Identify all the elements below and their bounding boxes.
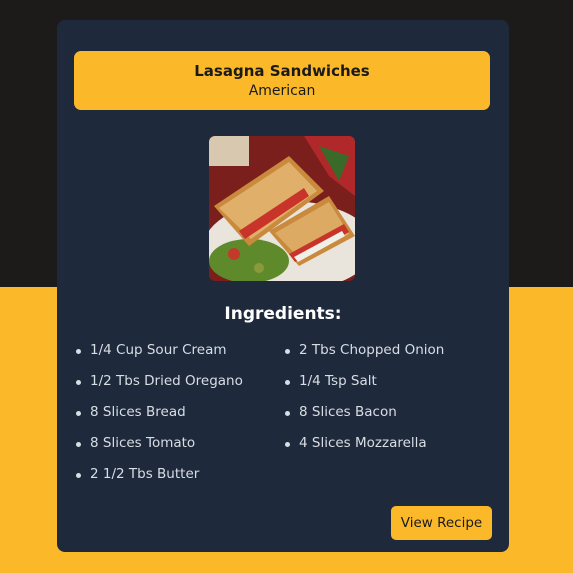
recipe-card: Lasagna Sandwiches American Ingredients:… [57,20,509,552]
ingredient-item: 1/4 Cup Sour Cream [76,342,227,358]
recipe-title: Lasagna Sandwiches [194,62,370,80]
ingredient-item: 1/2 Tbs Dried Oregano [76,373,243,389]
recipe-cuisine: American [248,83,316,99]
ingredient-item: 8 Slices Bacon [285,404,397,420]
ingredient-item: 1/4 Tsp Salt [285,373,377,389]
ingredient-item: 8 Slices Bread [76,404,186,420]
ingredient-item: 8 Slices Tomato [76,435,195,451]
ingredient-item: 4 Slices Mozzarella [285,435,427,451]
ingredients-heading: Ingredients: [224,304,342,324]
recipe-photo [209,136,355,281]
ingredient-item: 2 1/2 Tbs Butter [76,466,199,482]
view-recipe-button[interactable]: View Recipe [391,506,492,540]
recipe-header: Lasagna Sandwiches American [74,51,490,110]
ingredient-item: 2 Tbs Chopped Onion [285,342,444,358]
